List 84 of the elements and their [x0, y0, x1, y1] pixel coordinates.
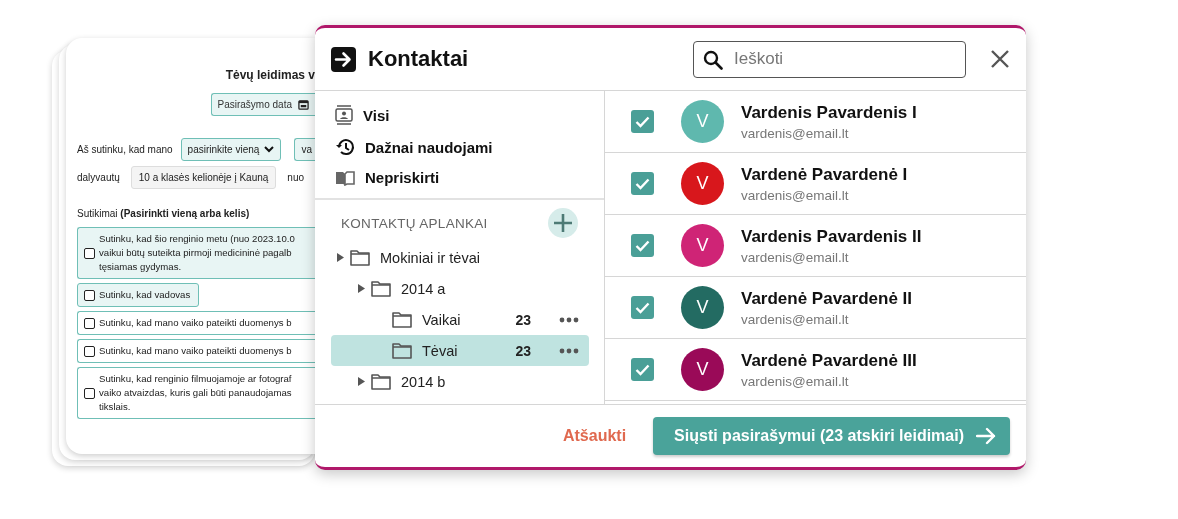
- section-heading: KONTAKTŲ APLANKAI: [341, 215, 488, 231]
- checkbox[interactable]: [631, 358, 654, 381]
- search-icon: [703, 49, 723, 70]
- avatar: V: [681, 224, 724, 267]
- contact-name: Vardenis Pavardenis II: [741, 226, 922, 247]
- consent-option[interactable]: Sutinku, kad šio renginio metu (nuo 2023.10.0 vaikui būtų suteikta pirmoji medicininė pagalb tęsiamas gydymas.: [77, 227, 315, 279]
- consent-option[interactable]: Sutinku, kad renginio filmuojamoje ar fotograf vaiko atvaizdas, kuris gali būti panaudojamas tikslais.: [77, 367, 315, 419]
- contact-email: vardenis@email.lt: [741, 249, 850, 265]
- folder-icon: [350, 249, 370, 266]
- contact-name: Vardenė Pavardenė III: [741, 350, 917, 371]
- more-icon[interactable]: [559, 316, 579, 323]
- folder-item[interactable]: Tėvai 23: [331, 335, 589, 366]
- folder-icon: [392, 342, 412, 359]
- checkmark-icon: [635, 177, 650, 190]
- dialog-title: Kontaktai: [368, 46, 469, 72]
- section-heading: Sutikimai (Pasirinkti vieną arba kelis): [77, 208, 250, 219]
- checkbox[interactable]: [84, 247, 95, 259]
- contact-email: vardenis@email.lt: [741, 311, 850, 327]
- checkbox[interactable]: [631, 234, 654, 257]
- contact-name: Vardenė Pavardenė II: [741, 288, 913, 309]
- checkbox[interactable]: [84, 387, 95, 399]
- close-button[interactable]: [990, 49, 1010, 69]
- avatar: V: [681, 100, 724, 143]
- dropdown[interactable]: va: [294, 138, 315, 161]
- checkmark-icon: [635, 115, 650, 128]
- consent-option[interactable]: Sutinku, kad mano vaiko pateikti duomenys b: [77, 311, 315, 335]
- contact-card-icon: [335, 105, 353, 125]
- history-icon: [335, 137, 355, 157]
- caret-right-icon: [358, 284, 365, 293]
- consent-text: Sutinku, kad vadovas: [99, 288, 191, 302]
- checkbox[interactable]: [84, 317, 95, 329]
- add-folder-button[interactable]: [548, 208, 578, 238]
- checkbox[interactable]: [631, 296, 654, 319]
- contact-email: vardenis@email.lt: [741, 373, 850, 389]
- folder-item[interactable]: 2014 b: [331, 366, 589, 397]
- avatar: V: [681, 348, 724, 391]
- consent-text: Sutinku, kad mano vaiko pateikti duomenys b: [99, 316, 292, 330]
- consent-text: Sutinku, kad šio renginio metu (nuo 2023.10.0 vaikui būtų suteikta pirmoji medicininė pagalb tęsiamas gydymas.: [99, 232, 295, 274]
- more-icon[interactable]: [559, 347, 579, 354]
- contact-name: Vardenė Pavardenė I: [741, 164, 908, 185]
- checkbox[interactable]: [631, 172, 654, 195]
- folder-icon: [371, 280, 391, 297]
- contact-name: Vardenis Pavardenis I: [741, 102, 917, 123]
- consent-text: Sutinku, kad renginio filmuojamoje ar fotograf vaiko atvaizdas, kuris gali būti panaudojamas tikslais.: [99, 372, 292, 414]
- arrow-right-icon: [976, 427, 996, 445]
- folder-item[interactable]: 2014 a: [331, 273, 589, 304]
- contact-email: vardenis@email.lt: [741, 187, 850, 203]
- checkbox[interactable]: [84, 289, 95, 301]
- checkbox[interactable]: [631, 110, 654, 133]
- consent-option[interactable]: Sutinku, kad mano vaiko pateikti duomenys b: [77, 339, 315, 363]
- folder-item[interactable]: Vaikai 23: [331, 304, 589, 335]
- search-field[interactable]: Ieškoti: [693, 40, 966, 78]
- form-label: nuo: [287, 171, 305, 183]
- checkmark-icon: [635, 301, 650, 314]
- close-icon: [990, 49, 1010, 69]
- form-label: dalyvautų: [77, 171, 120, 183]
- form-label: Aš sutinku, kad mano: [77, 144, 173, 155]
- consent-text: Sutinku, kad mano vaiko pateikti duomenys b: [99, 344, 292, 358]
- caret-right-icon: [358, 377, 365, 386]
- item-count: 23: [515, 311, 531, 328]
- book-icon: [335, 169, 355, 186]
- caret-right-icon: [337, 253, 344, 262]
- nav-item[interactable]: Nepriskirti: [335, 169, 604, 186]
- nav-item[interactable]: Visi: [335, 105, 604, 125]
- nav-item[interactable]: Dažnai naudojami: [335, 137, 604, 157]
- plus-icon: [553, 213, 573, 233]
- consent-option[interactable]: Sutinku, kad vadovas: [77, 283, 200, 307]
- contact-email: vardenis@email.lt: [741, 125, 850, 141]
- chevron-down-icon: [264, 146, 275, 153]
- arrow-right-icon: [331, 46, 356, 72]
- avatar: V: [681, 286, 724, 329]
- date-field[interactable]: Pasirašymo data: [210, 93, 315, 116]
- checkbox[interactable]: [84, 345, 95, 357]
- text-field[interactable]: 10 a klasės kelionėje į Kauną: [130, 165, 277, 189]
- dropdown[interactable]: pasirinkite vieną: [180, 138, 282, 161]
- checkmark-icon: [635, 363, 650, 376]
- folder-icon: [392, 311, 412, 328]
- document-title: Tėvų leidimas v: [225, 68, 315, 82]
- checkmark-icon: [635, 239, 650, 252]
- calendar-icon: [298, 99, 309, 110]
- item-count: 23: [515, 342, 531, 359]
- folder-item[interactable]: Mokiniai ir tėvai: [331, 242, 589, 273]
- avatar: V: [681, 162, 724, 205]
- folder-icon: [371, 373, 391, 390]
